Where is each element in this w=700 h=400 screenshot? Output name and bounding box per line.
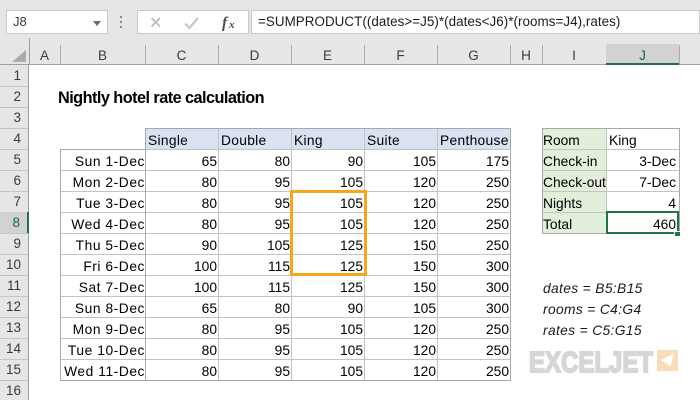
svg-text:EXCELJET: EXCELJET [529,347,653,379]
svg-text:f: f [222,15,229,32]
svg-text:x: x [228,19,235,31]
